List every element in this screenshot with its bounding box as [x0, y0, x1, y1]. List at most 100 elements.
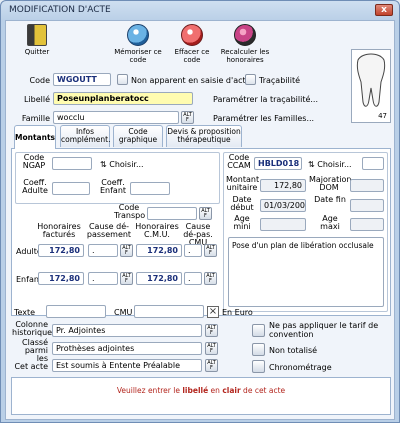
libelle-field[interactable]: Poseunplanberatocc — [53, 92, 193, 105]
param-familles-link[interactable]: Paramétrer les Familles... — [213, 114, 314, 123]
colonne-historique-picker-button[interactable]: ALT F — [205, 324, 218, 337]
window: MODIFICATION D'ACTE x Quitter Mémoriser … — [0, 0, 400, 423]
classe-parmi-picker-button[interactable]: ALT F — [205, 342, 218, 355]
non-apparent-label: Non apparent en saisie d'actes — [131, 76, 255, 85]
code-ccam-field[interactable]: HBLD018 — [254, 157, 302, 170]
close-button[interactable]: x — [375, 4, 393, 16]
ccam-description: Pose d'un plan de libération occlusale — [228, 237, 384, 307]
non-totalise-label: Non totalisé — [269, 346, 318, 355]
code-transpo-field[interactable] — [147, 207, 197, 220]
recalc-fees-button[interactable]: Recalculer les honoraires — [216, 24, 274, 64]
ne-pas-appliquer-label: Ne pas appliquer le tarif de convention — [269, 321, 379, 339]
col-cause-depassement: Cause dé-passement — [86, 222, 132, 239]
memorize-label: Mémoriser ce code — [114, 48, 162, 64]
montant-unitaire-field: 172,80 — [260, 179, 306, 192]
erase-code-button[interactable]: Effacer ce code — [168, 24, 216, 64]
adulte-honoraires-field[interactable]: 172,80 — [38, 244, 84, 257]
door-exit-icon — [27, 24, 47, 46]
erase-icon — [181, 24, 203, 46]
status-clair: clair — [222, 386, 241, 395]
recalc-icon — [234, 24, 256, 46]
status-message: Veuillez entrer le libellé en clair de c… — [11, 377, 391, 415]
tab-code-graphique[interactable]: Code graphique — [113, 125, 163, 147]
memorize-code-button[interactable]: Mémoriser ce code — [110, 24, 166, 64]
enfant-cause-picker-button[interactable]: ALT F — [120, 272, 133, 285]
cet-acte-label: Cet acte — [14, 362, 48, 371]
code-label: Code — [29, 76, 50, 85]
window-title: MODIFICATION D'ACTE — [9, 5, 111, 15]
majoration-dom-field — [350, 179, 384, 192]
age-maxi-label: Age maxi — [320, 214, 340, 231]
tooth-number: 47 — [378, 112, 387, 120]
dialog-body: Quitter Mémoriser ce code Effacer ce cod… — [5, 20, 395, 420]
quit-label: Quitter — [24, 48, 50, 56]
famille-field[interactable]: wocclu — [53, 111, 179, 124]
adulte-cause-cmu-field[interactable]: . — [184, 244, 202, 257]
erase-label: Effacer ce code — [174, 48, 210, 64]
title-bar: MODIFICATION D'ACTE x — [1, 1, 399, 20]
famille-picker-button[interactable]: ALT F — [181, 111, 194, 124]
montants-panel: Code NGAP ⇅ Choisir... Coeff. Adulte Coe… — [11, 148, 391, 316]
enfant-cause-cmu-picker-button[interactable]: ALT F — [204, 272, 217, 285]
choisir-ccam-text: Choisir... — [317, 160, 352, 169]
ccam-extra-field[interactable] — [362, 157, 384, 170]
chronometrage-checkbox[interactable] — [252, 360, 265, 373]
col-honoraires-cmu: Honoraires C.M.U. — [135, 222, 179, 239]
enfant-cause-field[interactable]: . — [88, 272, 118, 285]
date-fin-field — [350, 199, 384, 212]
code-ngap-field[interactable] — [52, 157, 92, 170]
code-transpo-picker-button[interactable]: ALT F — [199, 207, 212, 220]
choisir-ngap-link[interactable]: ⇅ Choisir... — [100, 160, 144, 169]
coeff-adulte-field[interactable] — [52, 182, 90, 195]
ne-pas-appliquer-checkbox[interactable] — [252, 324, 265, 337]
cmu-field[interactable] — [134, 305, 204, 318]
cet-acte-picker-button[interactable]: ALT F — [205, 359, 218, 372]
choisir-ngap-text: Choisir... — [109, 160, 144, 169]
adulte-cause-cmu-picker-button[interactable]: ALT F — [204, 244, 217, 257]
texte-field[interactable] — [46, 305, 106, 318]
status-prefix: Veuillez entrer le — [116, 386, 183, 395]
colonne-historique-field[interactable]: Pr. Adjointes — [52, 324, 202, 337]
date-fin-label: Date fin — [314, 195, 346, 204]
enfant-cmu-field[interactable]: 172,80 — [136, 272, 182, 285]
tab-montants[interactable]: Montants — [14, 125, 56, 149]
cet-acte-field[interactable]: Est soumis à Entente Préalable — [52, 359, 202, 372]
coeff-enfant-label: Coeff. Enfant — [99, 178, 127, 195]
en-euro-label: En Euro — [222, 308, 253, 317]
non-totalise-checkbox[interactable] — [252, 343, 265, 356]
age-mini-field — [260, 218, 306, 231]
adulte-cause-field[interactable]: . — [88, 244, 118, 257]
choisir-ccam-link[interactable]: ⇅ Choisir... — [308, 160, 352, 169]
chronometrage-label: Chronométrage — [269, 363, 332, 372]
coeff-enfant-field[interactable] — [130, 182, 170, 195]
enfant-cause-cmu-field[interactable]: . — [184, 272, 202, 285]
adulte-cause-picker-button[interactable]: ALT F — [120, 244, 133, 257]
code-ccam-label: Code CCAM — [227, 153, 251, 170]
adulte-cmu-field[interactable]: 172,80 — [136, 244, 182, 257]
code-ngap-label: Code NGAP — [22, 153, 46, 170]
classe-parmi-field[interactable]: Prothèses adjointes — [52, 342, 202, 355]
status-suffix: de cet acte — [240, 386, 286, 395]
param-tracabilite-link[interactable]: Paramétrer la traçabilité... — [213, 95, 318, 104]
choisir-arrow-icon: ⇅ — [100, 160, 110, 169]
tooth-image: 47 — [351, 49, 391, 123]
enfant-honoraires-field[interactable]: 172,80 — [38, 272, 84, 285]
status-middle: en — [208, 386, 223, 395]
en-euro-checkbox[interactable]: × — [207, 306, 219, 318]
tab-devis-proposition[interactable]: Devis & proposition thérapeutique — [166, 125, 242, 147]
status-libelle: libellé — [182, 386, 209, 395]
tracabilite-checkbox[interactable] — [245, 74, 256, 85]
classe-parmi-label: Classé parmi les — [22, 338, 48, 363]
non-apparent-checkbox[interactable] — [117, 74, 128, 85]
colonne-historique-label: Colonne historique — [12, 320, 53, 337]
age-mini-label: Age mini — [233, 214, 251, 231]
famille-label: Famille — [21, 114, 50, 123]
quit-button[interactable]: Quitter — [20, 24, 54, 56]
majoration-dom-label: Majoration DOM — [309, 175, 352, 192]
code-field[interactable]: WGOUTT — [53, 73, 111, 86]
date-debut-field: 01/03/2005 — [260, 199, 306, 212]
choisir-ccam-arrow-icon: ⇅ — [308, 160, 318, 169]
tab-infos-complement[interactable]: Infos complément. — [60, 125, 110, 147]
age-maxi-field — [350, 218, 384, 231]
col-honoraires-factures: Honoraires facturés — [37, 222, 81, 239]
